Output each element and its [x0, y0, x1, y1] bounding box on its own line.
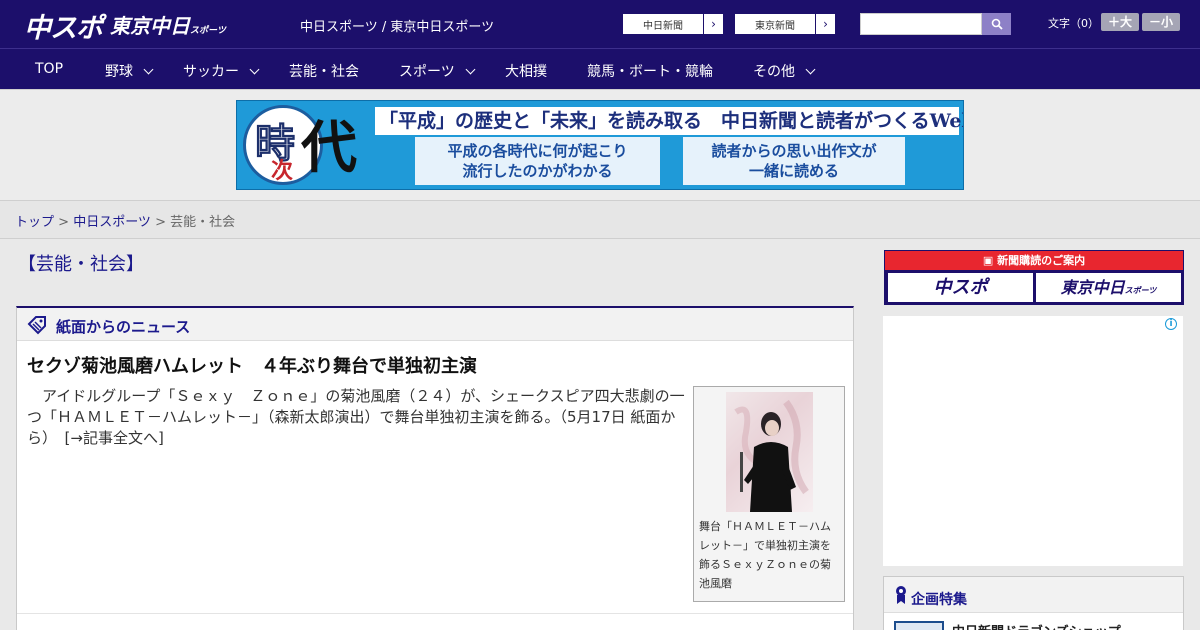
news-photo-card[interactable]: 舞台「ＨＡＭＬＥＴ－ハムレット－」で単独初主演を飾るＳｅｘｙＺｏｎｅの菊池風磨 [693, 386, 845, 602]
nav-item-label: TOP [35, 61, 64, 77]
tokyo-chunichi-logo-small: スポーツ [190, 26, 226, 36]
breadcrumb-home-link[interactable]: トップ [15, 215, 54, 230]
nav-item-label: スポーツ [399, 64, 455, 80]
nav-item-other[interactable]: その他 [753, 61, 816, 81]
main-nav: TOP 野球 サッカー 芸能・社会 スポーツ 大相撲 競馬・ボート・競輪 その他 [0, 48, 1200, 89]
subscription-banner[interactable]: ▣ 新聞購読のご案内 中スポ 東京中日スポーツ [884, 250, 1184, 305]
nav-item-soccer[interactable]: サッカー [183, 61, 260, 81]
feature-thumbnail [894, 621, 944, 630]
chevron-right-icon: › [703, 14, 723, 34]
news-body: アイドルグループ「Ｓｅｘｙ Ｚｏｎｅ」の菊池風磨（２４）が、シェークスピア四大悲… [27, 386, 687, 449]
chevron-down-icon [465, 64, 476, 75]
nav-item-label: サッカー [183, 64, 239, 80]
tokyo-chunichi-logo[interactable]: 東京中日スポーツ [110, 10, 226, 39]
nav-item-racing[interactable]: 競馬・ボート・競輪 [587, 61, 713, 81]
news-section: 紙面からのニュース セクゾ菊池風磨ハムレット ４年ぶり舞台で単独初主演 アイドル… [16, 306, 854, 630]
breadcrumb-section-link[interactable]: 中日スポーツ [73, 215, 151, 230]
top-header: 中スポ 東京中日スポーツ 中日スポーツ / 東京中日スポーツ 中日新聞 › 東京… [0, 0, 1200, 48]
chunichi-shimbun-button[interactable]: 中日新聞 › [622, 13, 724, 35]
banner-box-left: 平成の各時代に何が起こり 流行したのかがわかる [415, 137, 660, 185]
divider [17, 613, 853, 614]
nav-item-sports[interactable]: スポーツ [399, 61, 476, 81]
site-links[interactable]: 中日スポーツ / 東京中日スポーツ [300, 16, 494, 35]
banner-box-right-line1: 読者からの思い出作文が [711, 142, 877, 160]
banner-box-right: 読者からの思い出作文が 一緒に読める [683, 137, 905, 185]
info-icon[interactable]: i [1165, 318, 1177, 330]
subscription-tokyo-chunichi-text: 東京中日 [1060, 278, 1125, 297]
banner-box-right-line2: 一緒に読める [748, 162, 839, 180]
news-photo [726, 392, 813, 512]
banner-box-left-line1: 平成の各時代に何が起こり [447, 142, 628, 160]
banner-box-left-line2: 流行したのかがわかる [462, 162, 613, 180]
search-input[interactable] [860, 13, 982, 35]
tokyo-shimbun-button[interactable]: 東京新聞 › [734, 13, 836, 35]
feature-section: 企画特集 中日新聞ドラゴンズショップ [883, 576, 1184, 630]
tokyo-chunichi-logo-text: 東京中日 [110, 14, 190, 38]
chevron-down-icon [143, 64, 154, 75]
feature-header: 企画特集 [884, 577, 1183, 613]
banner-kanji-tsugi: 次 [271, 158, 294, 184]
nav-item-label: その他 [753, 64, 795, 80]
feature-title: 企画特集 [911, 592, 967, 608]
font-decrease-button[interactable]: －小 [1142, 13, 1180, 31]
chevron-down-icon [249, 64, 260, 75]
font-size-label: 文字（0） [1048, 17, 1099, 30]
news-section-header: 紙面からのニュース [17, 308, 853, 341]
breadcrumb-current: 芸能・社会 [170, 215, 236, 230]
nav-item-label: 野球 [105, 64, 133, 80]
search-button[interactable] [982, 13, 1011, 35]
font-increase-button[interactable]: ＋大 [1101, 13, 1139, 31]
subscription-label-text: 新聞購読のご案内 [997, 254, 1086, 267]
banner-headline: 「平成」の歴史と「未来」を読み取る 中日新聞と読者がつくるWebサイト [375, 107, 963, 135]
newspaper-icon: ▣ [982, 254, 994, 267]
feature-item-label: 中日新聞ドラゴンズショップ [952, 621, 1121, 630]
nav-item-label: 大相撲 [505, 64, 547, 80]
page-title: 【芸能・社会】 [18, 254, 144, 275]
news-section-title: 紙面からのニュース [56, 318, 191, 336]
subscription-label: ▣ 新聞購読のご案内 [885, 251, 1183, 270]
breadcrumb-separator: > [54, 215, 74, 230]
search-icon [991, 18, 1003, 30]
nav-item-baseball[interactable]: 野球 [105, 61, 154, 81]
nav-item-label: 競馬・ボート・競輪 [587, 64, 713, 80]
subscription-tokyo-chunichi-logo: 東京中日スポーツ [1036, 273, 1181, 302]
heisei-banner[interactable]: 時 次 代 「平成」の歴史と「未来」を読み取る 中日新聞と読者がつくるWebサイ… [236, 100, 964, 190]
person-photo-illustration [734, 399, 809, 512]
tokyo-shimbun-label: 東京新聞 [755, 20, 795, 32]
read-more-link[interactable]: [→記事全文へ] [65, 429, 164, 447]
chuspo-logo[interactable]: 中スポ [24, 6, 103, 45]
subscription-chuspo-logo: 中スポ [888, 273, 1033, 302]
nav-item-label: 芸能・社会 [289, 64, 359, 80]
chunichi-shimbun-label: 中日新聞 [643, 20, 683, 32]
ribbon-icon [896, 586, 906, 604]
news-photo-caption: 舞台「ＨＡＭＬＥＴ－ハムレット－」で単独初主演を飾るＳｅｘｙＺｏｎｅの菊池風磨 [699, 520, 831, 590]
banner-kanji-dai: 代 [301, 115, 357, 181]
tag-icon [27, 316, 46, 335]
subscription-tokyo-chunichi-small: スポーツ [1124, 286, 1157, 295]
breadcrumb: トップ > 中日スポーツ > 芸能・社会 [0, 200, 1200, 239]
news-headline[interactable]: セクゾ菊池風磨ハムレット ４年ぶり舞台で単独初主演 [27, 352, 477, 378]
breadcrumb-separator: > [150, 215, 171, 230]
chevron-right-icon: › [815, 14, 835, 34]
nav-item-sumo[interactable]: 大相撲 [505, 61, 547, 81]
chevron-down-icon [805, 64, 816, 75]
advertisement[interactable]: i [883, 316, 1183, 566]
nav-item-entertainment[interactable]: 芸能・社会 [289, 61, 359, 81]
nav-item-top[interactable]: TOP [35, 61, 63, 77]
